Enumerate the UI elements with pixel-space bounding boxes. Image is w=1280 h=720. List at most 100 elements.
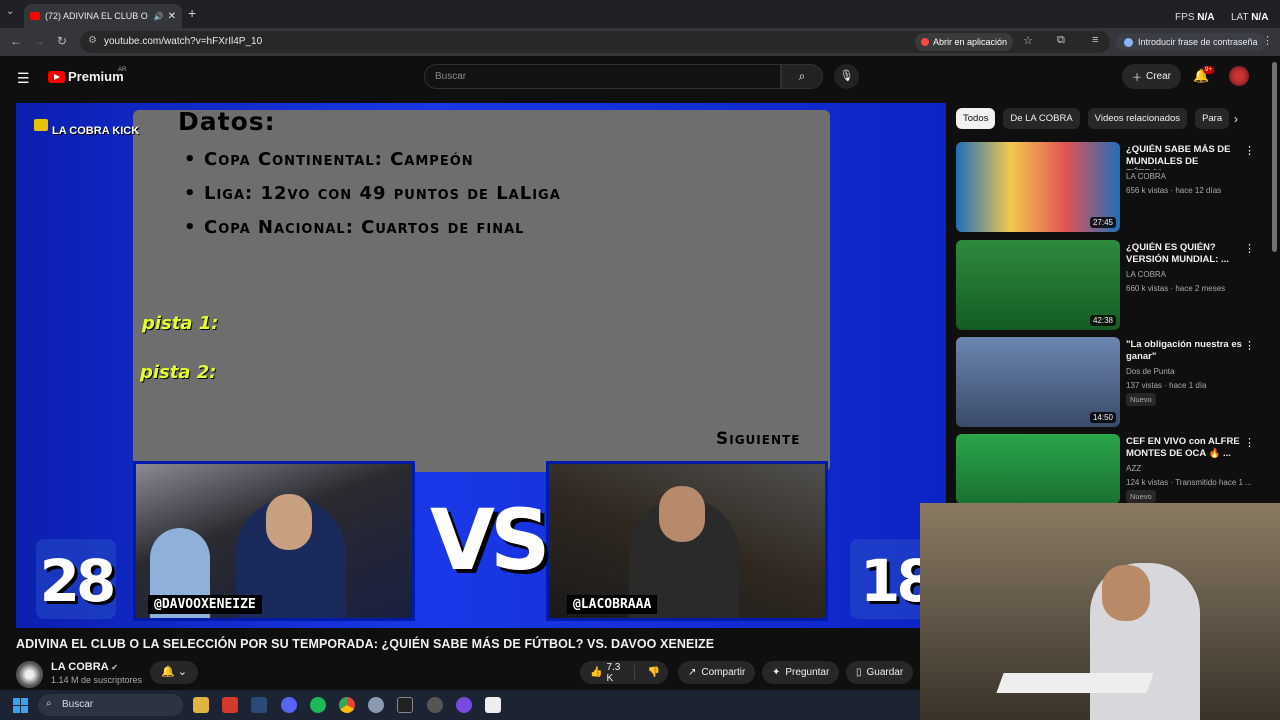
voice-search-button[interactable]: 🎙 xyxy=(834,64,859,89)
file-explorer-icon[interactable] xyxy=(193,697,209,713)
app-icon xyxy=(921,38,929,46)
reload-icon[interactable]: ↻ xyxy=(57,34,67,48)
recommended-video[interactable]: 27:45 ¿QUIÉN SABE MÁS DE MUNDIALES DE FÚ… xyxy=(956,142,1256,232)
steam-icon[interactable] xyxy=(251,697,267,713)
app-l-icon[interactable] xyxy=(222,697,238,713)
windows-start-icon[interactable] xyxy=(13,698,28,713)
rec-title[interactable]: CEF EN VIVO con ALFRE MONTES DE OCA 🔥 ..… xyxy=(1126,436,1242,460)
tab-search-icon[interactable]: ⌄ xyxy=(6,6,14,17)
chip-channel[interactable]: De LA COBRA xyxy=(1003,108,1080,129)
verified-icon: ✔ xyxy=(111,663,118,672)
forward-icon[interactable]: → xyxy=(33,34,45,48)
new-badge: Nuevo xyxy=(1126,490,1156,503)
open-in-app-button[interactable]: Abrir en aplicación xyxy=(915,33,1014,51)
versus-label: VS xyxy=(430,491,550,589)
rec-channel[interactable]: LA COBRA xyxy=(1126,172,1166,181)
search-icon: ⌕ xyxy=(46,698,52,709)
pista-1: pista 1: xyxy=(142,313,219,334)
video-thumbnail[interactable]: 14:50 xyxy=(956,337,1120,427)
fact-item: Copa Nacional: Cuartos de final xyxy=(184,217,524,238)
browser-menu-icon[interactable]: ⋮ xyxy=(1262,34,1273,47)
url-text[interactable]: youtube.com/watch?v=hFXrIl4P_10 xyxy=(104,36,262,47)
account-avatar[interactable] xyxy=(1229,66,1249,86)
browser-tab[interactable]: (72) ADIVINA EL CLUB O LA 🔊 ✕ xyxy=(24,4,182,28)
video-thumbnail[interactable]: 27:45 xyxy=(956,142,1120,232)
thumbs-down-icon: 👎 xyxy=(647,667,660,678)
overlay-brand: LA COBRA KICK xyxy=(52,125,140,137)
recommended-video[interactable]: 42:38 ¿QUIÉN ES QUIÉN? VERSIÓN MUNDIAL: … xyxy=(956,240,1256,330)
youtube-favicon-icon xyxy=(30,12,40,20)
back-icon[interactable]: ← xyxy=(10,34,22,48)
more-options-icon[interactable]: ⋮ xyxy=(1244,339,1255,352)
rec-channel[interactable]: Dos de Punta xyxy=(1126,367,1174,376)
rec-channel[interactable]: LA COBRA xyxy=(1126,270,1166,279)
reading-list-icon[interactable]: ≡ xyxy=(1092,34,1098,46)
chip-para[interactable]: Para xyxy=(1195,108,1230,129)
discord-icon[interactable] xyxy=(281,697,297,713)
share-button[interactable]: ↗ Compartir xyxy=(678,661,756,684)
region-code: AR xyxy=(118,67,127,73)
chrome-icon[interactable] xyxy=(339,697,355,713)
bookmark-icon: ▯ xyxy=(856,667,862,678)
close-tab-icon[interactable]: ✕ xyxy=(168,11,176,22)
youtube-logo[interactable]: Premium xyxy=(48,69,124,84)
video-thumbnail[interactable] xyxy=(956,434,1120,504)
windows-taskbar: ⌕ Buscar xyxy=(0,690,920,720)
rec-title[interactable]: "La obligación nuestra es ganar" xyxy=(1126,339,1242,363)
browser-tabbar: ⌄ (72) ADIVINA EL CLUB O LA 🔊 ✕ + FPS N/… xyxy=(0,0,1280,28)
spotify-icon[interactable] xyxy=(310,697,326,713)
hamburger-menu-icon[interactable]: ☰ xyxy=(17,70,30,87)
fact-item: Liga: 12vo con 49 puntos de LaLiga xyxy=(184,183,561,204)
chevron-right-icon[interactable]: › xyxy=(1234,112,1238,126)
video-thumbnail[interactable]: 42:38 xyxy=(956,240,1120,330)
audio-icon[interactable]: 🔊 xyxy=(154,12,164,21)
notion-icon[interactable] xyxy=(397,697,413,713)
like-button[interactable]: 👍 7.3 K xyxy=(580,662,635,684)
new-tab-button[interactable]: + xyxy=(188,5,196,21)
taskbar-search[interactable]: ⌕ Buscar xyxy=(38,694,183,716)
more-options-icon[interactable]: ⋮ xyxy=(1244,436,1255,449)
more-options-icon[interactable]: ⋮ xyxy=(1244,144,1255,157)
recommended-video[interactable]: CEF EN VIVO con ALFRE MONTES DE OCA 🔥 ..… xyxy=(956,434,1256,504)
thumbs-up-icon: 👍 xyxy=(590,667,603,678)
site-info-icon[interactable]: ⚙ xyxy=(88,35,97,46)
rec-title[interactable]: ¿QUIÉN ES QUIÉN? VERSIÓN MUNDIAL: ... xyxy=(1126,242,1242,266)
bell-icon: 🔔 xyxy=(161,666,175,678)
video-player[interactable]: LA COBRA KICK Datos: Copa Continental: C… xyxy=(16,103,946,628)
password-phrase-button[interactable]: Introducir frase de contraseña xyxy=(1116,33,1266,51)
ask-button[interactable]: ✦ Preguntar xyxy=(762,661,840,684)
recommended-video[interactable]: 14:50 "La obligación nuestra es ganar" D… xyxy=(956,337,1256,427)
store-icon[interactable] xyxy=(485,697,501,713)
create-label: Crear xyxy=(1146,71,1172,82)
extensions-icon[interactable]: ⧉ xyxy=(1057,34,1065,47)
rec-meta: 660 k vistas · hace 2 meses xyxy=(1126,284,1226,293)
search-button[interactable]: ⌕ xyxy=(781,64,823,89)
more-options-icon[interactable]: ⋮ xyxy=(1244,242,1255,255)
save-label: Guardar xyxy=(866,667,904,678)
save-button[interactable]: ▯ Guardar xyxy=(846,661,914,684)
search-input[interactable]: Buscar xyxy=(424,64,781,89)
channel-name[interactable]: LA COBRA ✔ xyxy=(51,661,118,673)
channel-avatar[interactable] xyxy=(16,661,43,688)
gear-app-icon[interactable] xyxy=(427,697,443,713)
circle-app-icon[interactable] xyxy=(456,697,472,713)
subscriber-count: 1.14 M de suscriptores xyxy=(51,675,143,685)
dislike-button[interactable]: 👎 xyxy=(640,667,668,678)
youtube-play-icon xyxy=(48,70,65,83)
rec-title[interactable]: ¿QUIÉN SABE MÁS DE MUNDIALES DE FÚTBOL..… xyxy=(1126,144,1242,170)
settings-icon[interactable] xyxy=(368,697,384,713)
plus-icon: ＋ xyxy=(1132,73,1142,84)
webcam-person-head xyxy=(1102,565,1150,621)
create-button[interactable]: ＋ Crear xyxy=(1122,64,1182,89)
subscription-bell-button[interactable]: 🔔 ⌄ xyxy=(150,661,198,684)
rec-channel[interactable]: AZZ xyxy=(1126,464,1141,473)
share-icon: ↗ xyxy=(688,667,697,678)
score-left: 28 xyxy=(36,539,116,619)
page-scrollbar[interactable] xyxy=(1272,62,1277,252)
kick-logo-icon xyxy=(34,119,48,131)
chip-related[interactable]: Videos relacionados xyxy=(1087,108,1188,129)
chip-todos[interactable]: Todos xyxy=(956,108,996,129)
fact-item: Copa Continental: Campeón xyxy=(184,149,474,170)
browser-toolbar: ← → ↻ ⚙ youtube.com/watch?v=hFXrIl4P_10 xyxy=(0,28,1280,56)
bookmark-star-icon[interactable]: ☆ xyxy=(1023,34,1033,47)
